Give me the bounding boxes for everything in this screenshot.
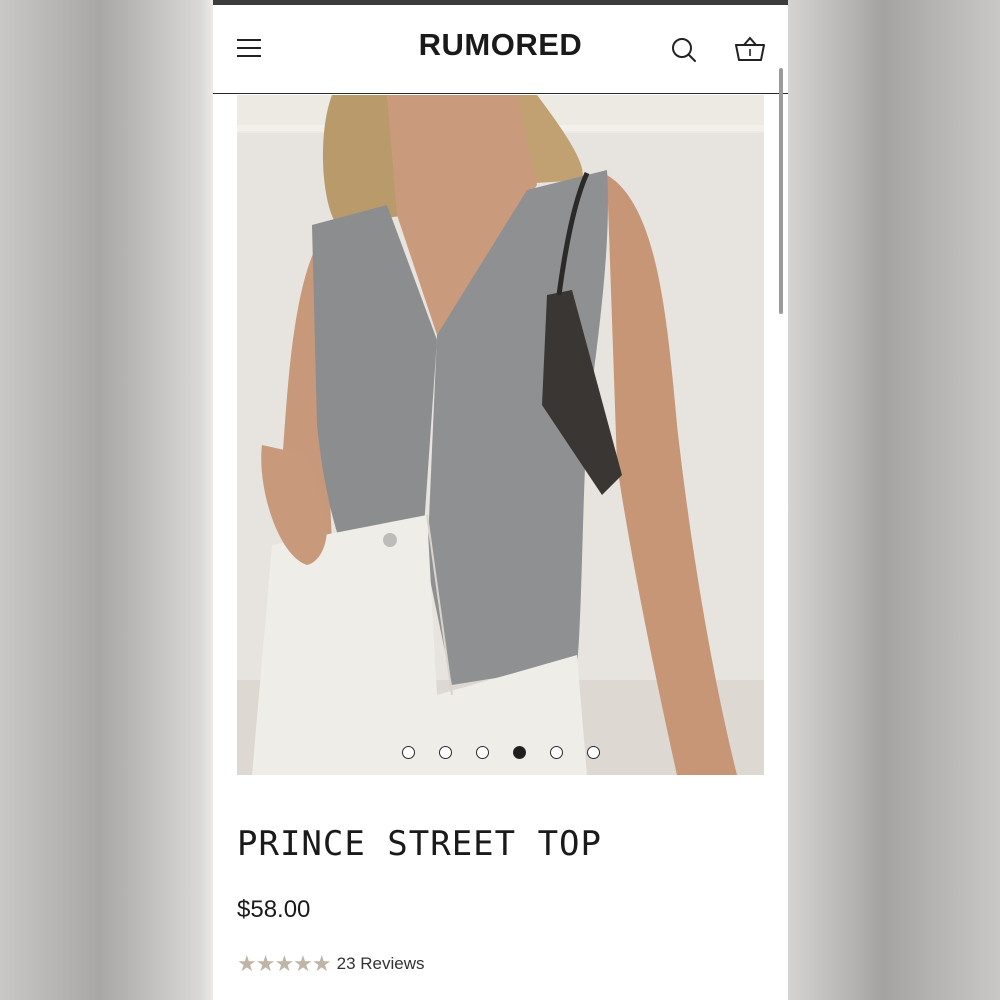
phone-screen: RUMORED PRINCE STREET TOP $58.00 ★★★★★ 2… — [213, 0, 788, 1000]
product-image[interactable] — [237, 95, 764, 775]
gallery-dot[interactable] — [438, 746, 452, 760]
scrollbar[interactable] — [779, 68, 783, 314]
star-rating-icon: ★★★★★ — [237, 951, 332, 976]
basket-icon[interactable] — [733, 35, 767, 65]
reviews-link[interactable]: 23 Reviews — [337, 954, 425, 974]
product-rating[interactable]: ★★★★★ 23 Reviews — [237, 951, 425, 977]
product-price: $58.00 — [237, 896, 311, 923]
gallery-dot[interactable] — [586, 746, 600, 760]
site-header: RUMORED — [213, 5, 788, 94]
backdrop-right — [788, 0, 1000, 1000]
gallery-dot[interactable] — [512, 746, 526, 760]
brand-logo[interactable]: RUMORED — [213, 27, 788, 63]
gallery-pagination — [213, 744, 788, 762]
gallery-dot[interactable] — [549, 746, 563, 760]
gallery-dot[interactable] — [475, 746, 489, 760]
gallery-dot[interactable] — [401, 746, 415, 760]
search-icon[interactable] — [669, 35, 699, 65]
product-title: PRINCE STREET TOP — [237, 824, 602, 864]
